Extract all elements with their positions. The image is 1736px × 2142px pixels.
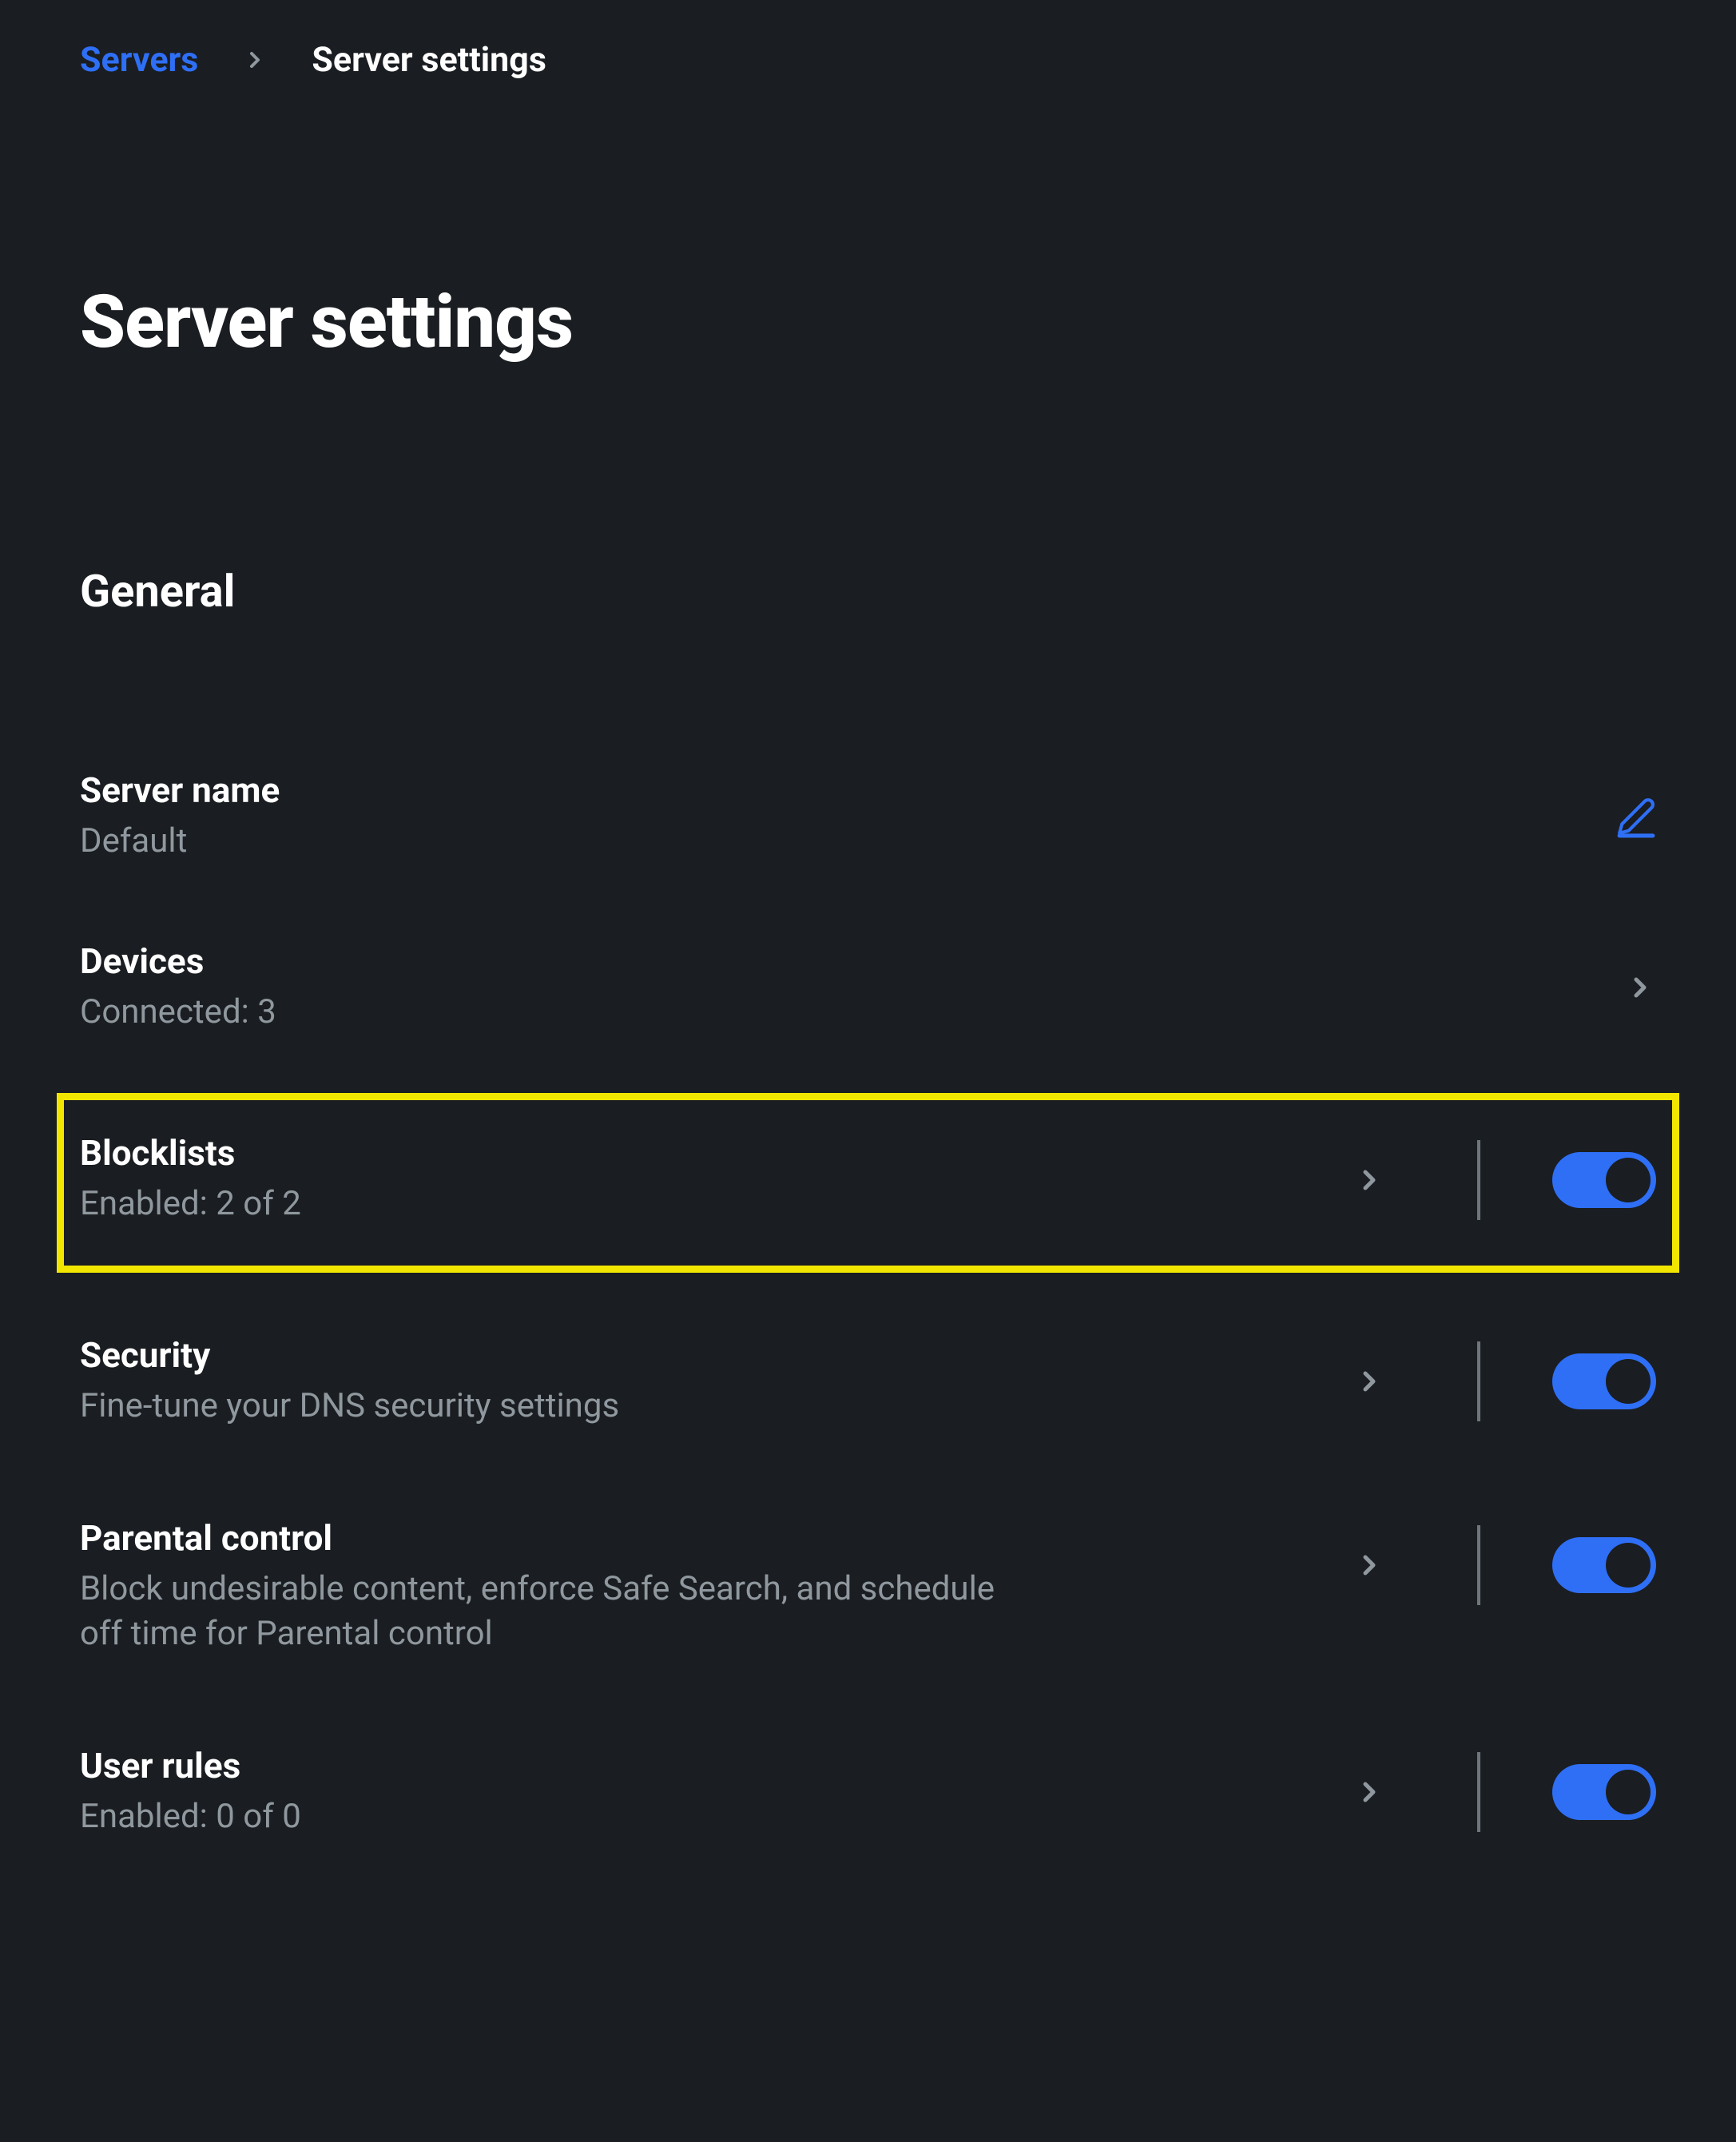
divider (1477, 1140, 1480, 1220)
user-rules-toggle[interactable] (1552, 1764, 1656, 1820)
row-parental-control[interactable]: Parental control Block undesirable conte… (80, 1473, 1656, 1701)
breadcrumb: Servers Server settings (80, 40, 1656, 80)
chevron-right-icon[interactable] (1353, 1365, 1385, 1397)
divider (1477, 1525, 1480, 1605)
user-rules-label: User rules (80, 1745, 1353, 1786)
security-toggle[interactable] (1552, 1353, 1656, 1409)
breadcrumb-current: Server settings (312, 40, 546, 80)
parental-control-value: Block undesirable content, enforce Safe … (80, 1567, 1039, 1657)
row-devices[interactable]: Devices Connected: 3 (80, 896, 1656, 1079)
row-security[interactable]: Security Fine-tune your DNS security set… (80, 1290, 1656, 1473)
blocklists-value: Enabled: 2 of 2 (80, 1182, 1353, 1227)
breadcrumb-servers-link[interactable]: Servers (80, 40, 198, 80)
chevron-right-icon[interactable] (1353, 1549, 1385, 1581)
chevron-right-icon[interactable] (1624, 972, 1656, 1003)
blocklists-label: Blocklists (80, 1132, 1353, 1174)
parental-control-label: Parental control (80, 1517, 1353, 1559)
server-name-value: Default (80, 819, 1616, 864)
highlight-blocklists: Blocklists Enabled: 2 of 2 (57, 1093, 1679, 1273)
security-value: Fine-tune your DNS security settings (80, 1384, 1353, 1429)
user-rules-value: Enabled: 0 of 0 (80, 1794, 1353, 1840)
parental-control-toggle[interactable] (1552, 1537, 1656, 1593)
divider (1477, 1752, 1480, 1832)
chevron-right-icon[interactable] (1353, 1776, 1385, 1808)
page-title: Server settings (80, 280, 1656, 365)
divider (1477, 1341, 1480, 1421)
row-server-name: Server name Default (80, 737, 1656, 896)
chevron-right-icon[interactable] (1353, 1164, 1385, 1196)
devices-value: Connected: 3 (80, 990, 1624, 1035)
chevron-right-icon (242, 47, 268, 73)
blocklists-toggle[interactable] (1552, 1152, 1656, 1208)
row-blocklists[interactable]: Blocklists Enabled: 2 of 2 (80, 1100, 1656, 1266)
section-title-general: General (80, 565, 1656, 618)
server-name-label: Server name (80, 769, 1616, 811)
devices-label: Devices (80, 940, 1624, 982)
security-label: Security (80, 1334, 1353, 1376)
row-user-rules[interactable]: User rules Enabled: 0 of 0 (80, 1701, 1656, 1884)
edit-icon[interactable] (1616, 793, 1656, 841)
